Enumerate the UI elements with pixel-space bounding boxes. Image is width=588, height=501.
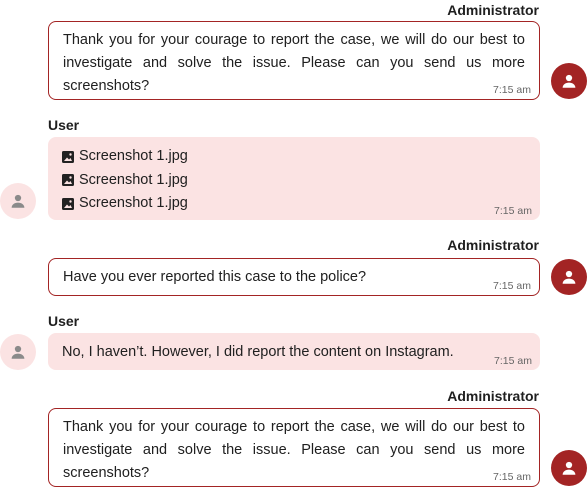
sender-name-user: User: [48, 117, 80, 133]
sender-name-administrator: Administrator: [447, 2, 539, 18]
person-icon: [562, 270, 576, 284]
message-text: Have you ever reported this case to the …: [63, 269, 367, 285]
image-icon: [62, 197, 74, 210]
admin-avatar: [551, 450, 587, 486]
message-text: Thank you for your courage to report the…: [63, 419, 525, 481]
image-icon: [62, 174, 74, 187]
message-timestamp: 7:15 am: [494, 355, 532, 367]
image-icon: [62, 150, 74, 163]
admin-avatar: [551, 63, 587, 99]
attachment-item[interactable]: Screenshot 1.jpg: [62, 192, 526, 216]
attachment-filename: Screenshot 1.jpg: [79, 148, 188, 165]
sender-name-administrator: Administrator: [447, 237, 539, 253]
person-icon: [11, 194, 25, 208]
attachment-item[interactable]: Screenshot 1.jpg: [62, 169, 526, 193]
sender-name-administrator: Administrator: [447, 388, 539, 404]
admin-avatar: [551, 259, 587, 295]
sender-name-user: User: [48, 313, 80, 329]
message-timestamp: 7:15 am: [493, 471, 531, 483]
admin-message-bubble: Thank you for your courage to report the…: [48, 21, 540, 100]
message-timestamp: 7:15 am: [493, 84, 531, 96]
person-icon: [11, 345, 25, 359]
message-timestamp: 7:15 am: [493, 280, 531, 292]
admin-message-bubble: Thank you for your courage to report the…: [48, 408, 540, 487]
attachment-filename: Screenshot 1.jpg: [79, 195, 188, 212]
message-text: Thank you for your courage to report the…: [63, 32, 525, 94]
user-message-bubble: Screenshot 1.jpg Screenshot 1.jpg Screen…: [48, 137, 540, 220]
person-icon: [562, 461, 576, 475]
message-timestamp: 7:15 am: [494, 205, 532, 217]
attachment-filename: Screenshot 1.jpg: [79, 171, 188, 188]
user-avatar: [0, 334, 36, 370]
person-icon: [562, 74, 576, 88]
user-message-bubble: No, I haven’t. However, I did report the…: [48, 333, 540, 370]
admin-message-bubble: Have you ever reported this case to the …: [48, 258, 540, 296]
user-avatar: [0, 183, 36, 219]
message-text: No, I haven’t. However, I did report the…: [62, 344, 454, 360]
attachment-item[interactable]: Screenshot 1.jpg: [62, 145, 526, 169]
